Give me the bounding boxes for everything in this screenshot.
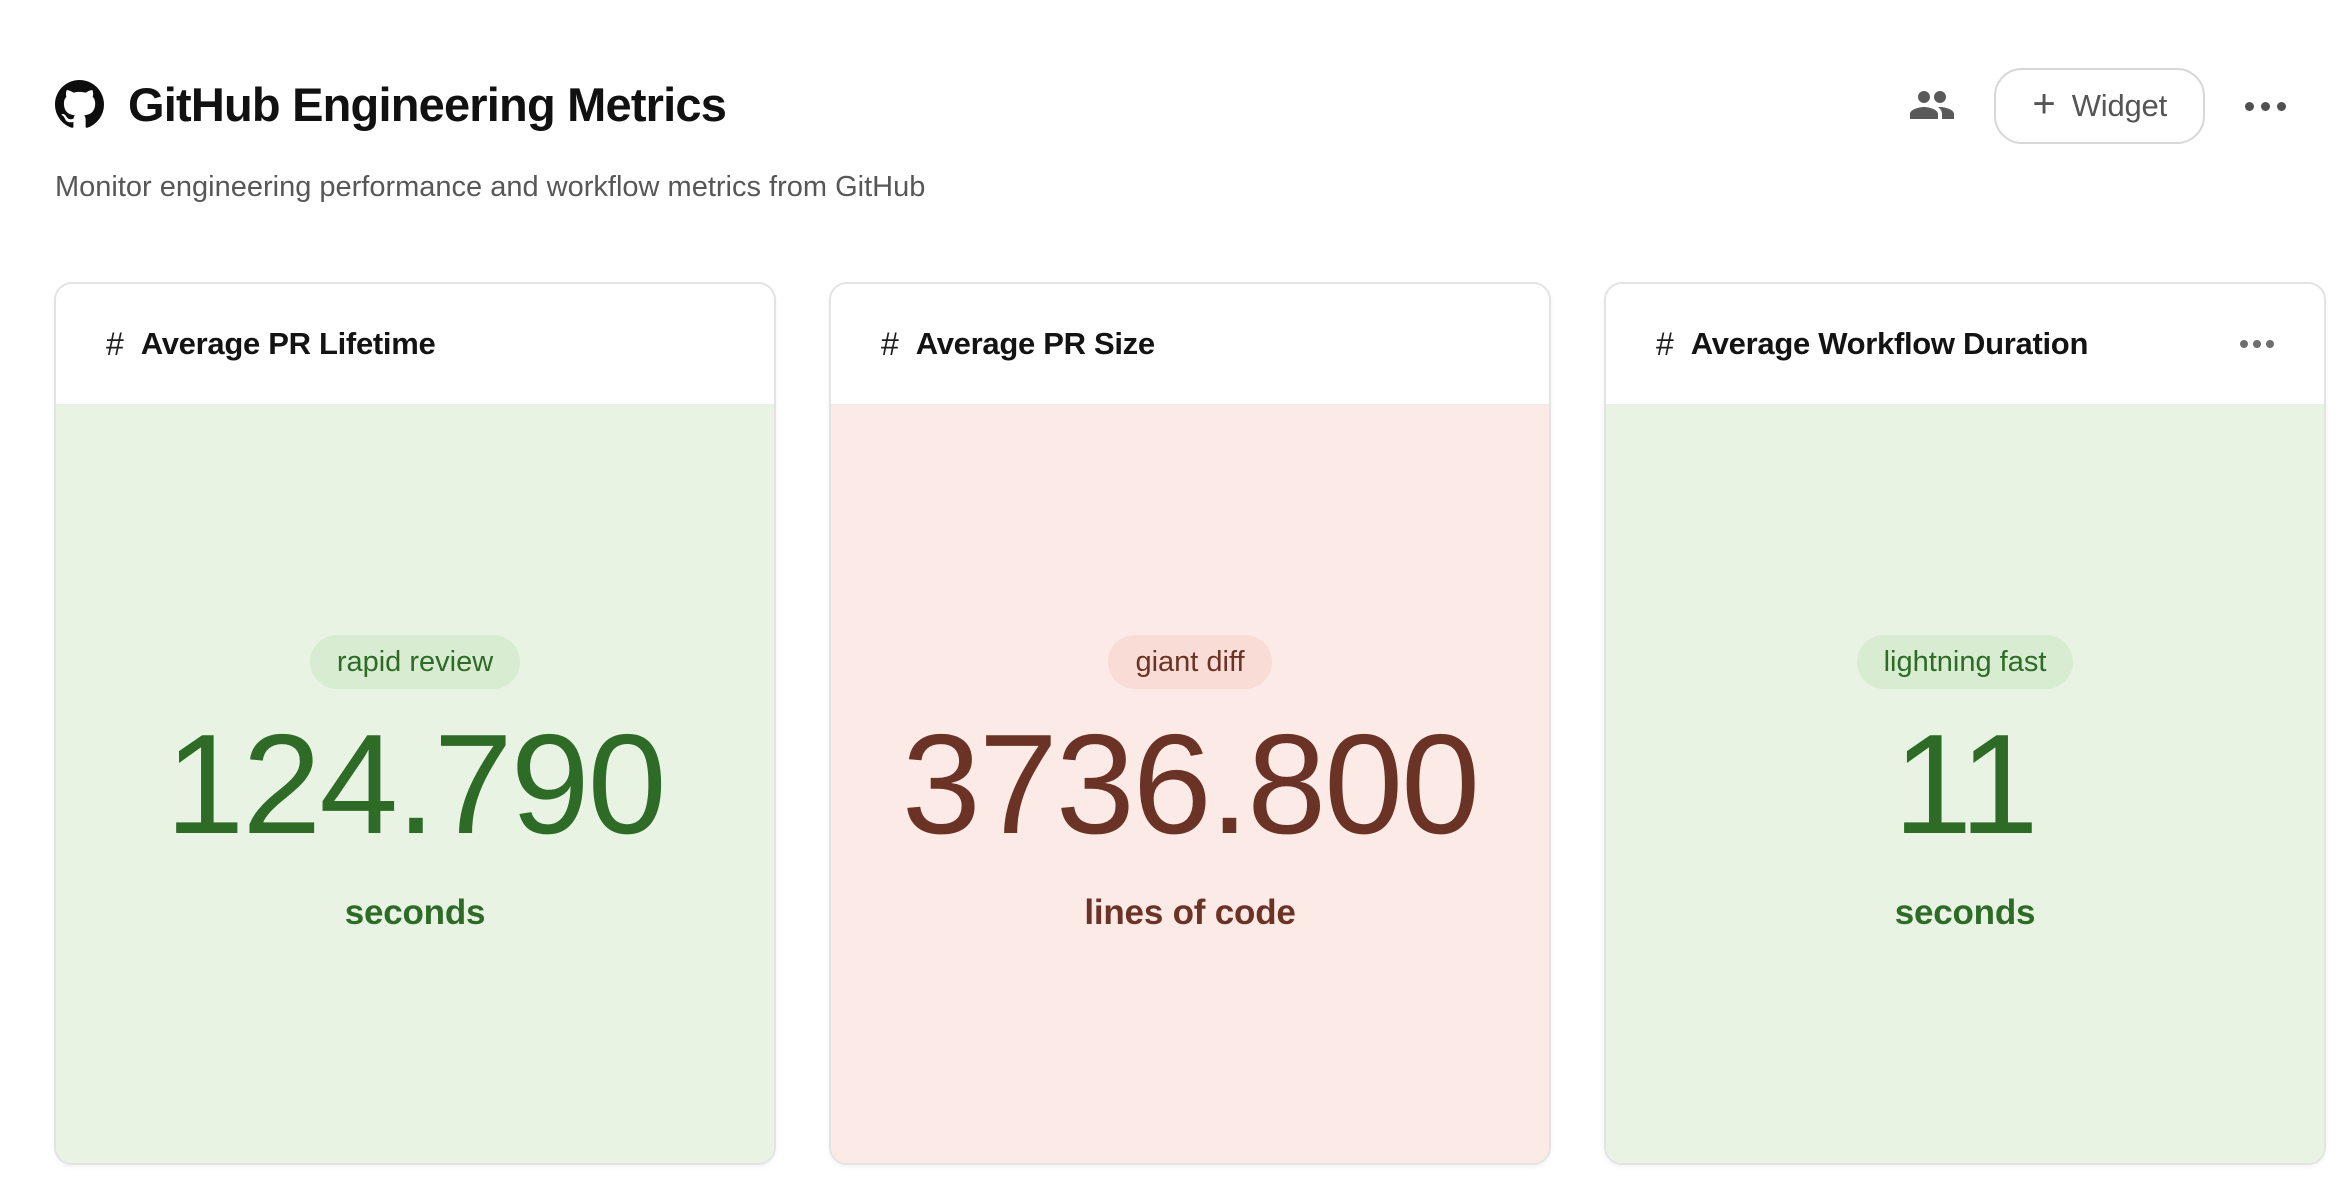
hash-icon: # — [881, 326, 899, 363]
metric-value: 11 — [1893, 703, 2036, 866]
card-title: Average PR Lifetime — [141, 326, 436, 362]
dashboard-menu-button[interactable] — [2243, 94, 2288, 119]
add-widget-label: Widget — [2072, 88, 2167, 124]
plus-icon: + — [2032, 84, 2055, 124]
hash-icon: # — [1656, 326, 1674, 363]
metric-unit: seconds — [345, 893, 486, 933]
ellipsis-icon — [2240, 340, 2274, 348]
metric-unit: seconds — [1895, 893, 2036, 933]
status-badge: giant diff — [1108, 635, 1271, 689]
page-title: GitHub Engineering Metrics — [128, 81, 726, 128]
card-menu-button[interactable] — [2240, 334, 2274, 354]
collaborators-button[interactable] — [1908, 81, 1956, 132]
metric-unit: lines of code — [1084, 893, 1295, 933]
hash-icon: # — [106, 326, 124, 363]
card-body: rapid review 124.790 seconds — [56, 405, 774, 1163]
metric-value: 124.790 — [165, 703, 664, 866]
people-icon — [1908, 81, 1956, 132]
page-subtitle: Monitor engineering performance and work… — [55, 170, 925, 205]
metric-cards-row: # Average PR Lifetime rapid review 124.7… — [54, 282, 2326, 1165]
header-actions: + Widget — [1908, 68, 2288, 144]
title-row: GitHub Engineering Metrics — [55, 80, 726, 129]
status-badge: lightning fast — [1857, 635, 2074, 689]
add-widget-button[interactable]: + Widget — [1994, 68, 2205, 144]
card-header: # Average PR Lifetime — [56, 284, 774, 405]
github-logo-icon — [55, 80, 104, 129]
metric-value: 3736.800 — [902, 703, 1478, 866]
metric-card-average-pr-size: # Average PR Size giant diff 3736.800 li… — [829, 282, 1551, 1165]
card-header: # Average PR Size — [831, 284, 1549, 405]
metric-card-average-pr-lifetime: # Average PR Lifetime rapid review 124.7… — [54, 282, 776, 1165]
card-title: Average PR Size — [916, 326, 1155, 362]
metric-card-average-workflow-duration: # Average Workflow Duration lightning fa… — [1604, 282, 2326, 1165]
ellipsis-icon — [2245, 102, 2286, 111]
card-body: giant diff 3736.800 lines of code — [831, 405, 1549, 1163]
status-badge: rapid review — [310, 635, 520, 689]
card-header: # Average Workflow Duration — [1606, 284, 2324, 405]
card-body: lightning fast 11 seconds — [1606, 405, 2324, 1163]
card-title: Average Workflow Duration — [1691, 326, 2088, 362]
